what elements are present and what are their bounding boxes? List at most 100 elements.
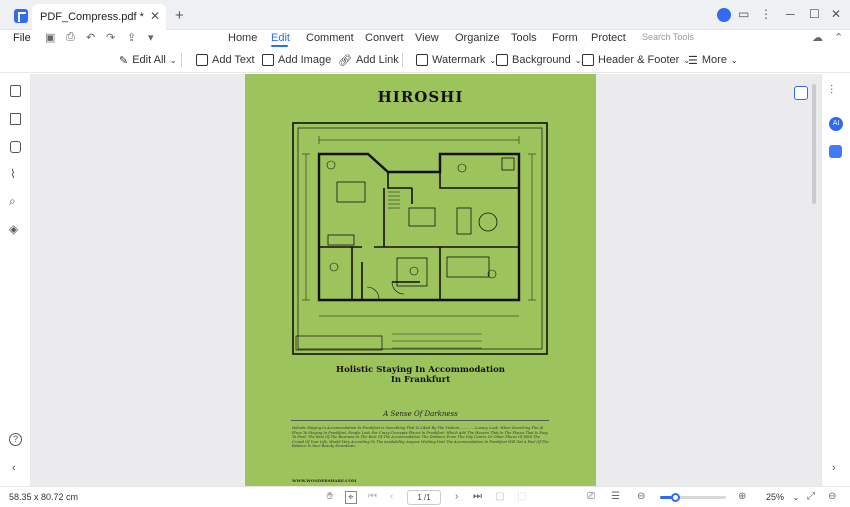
document-footer[interactable]: WWW.WONDERSHARE.COM xyxy=(292,478,356,483)
right-sidebar: ⫶ AI › xyxy=(821,74,850,486)
ai-assistant-icon[interactable]: AI xyxy=(829,117,843,131)
page-number-input[interactable]: 1 /1 xyxy=(407,490,441,505)
document-heading-line-1: Holistic Staying In Accommodation xyxy=(336,365,505,375)
tab-comment[interactable]: Comment xyxy=(306,32,354,44)
new-tab-button[interactable]: + xyxy=(175,7,184,24)
cloud-upload-icon[interactable]: ☁ xyxy=(812,31,823,44)
message-icon[interactable]: ▭ xyxy=(738,7,749,21)
bookmark-icon[interactable] xyxy=(10,113,21,125)
tab-view[interactable]: View xyxy=(415,32,439,44)
fit-page-icon[interactable]: ▢ xyxy=(495,491,504,502)
add-text-label: Add Text xyxy=(212,54,255,66)
ocr-badge-icon[interactable] xyxy=(794,86,808,100)
collapse-sidebar-icon[interactable]: ‹ xyxy=(12,462,16,474)
left-sidebar: ⌇ ⌕ ◈ ? ‹ xyxy=(0,74,31,486)
document-tab[interactable]: PDF_Compress.pdf * ✕ xyxy=(32,4,166,30)
app-logo-icon xyxy=(14,9,28,23)
next-page-icon[interactable]: › xyxy=(455,491,458,502)
tab-tools[interactable]: Tools xyxy=(511,32,537,44)
header-footer-button[interactable]: Header & Footer ⌄ xyxy=(582,52,690,68)
more-lines-icon: ☰ xyxy=(688,54,698,67)
more-button[interactable]: ☰ More ⌄ xyxy=(688,52,738,68)
add-text-button[interactable]: Add Text xyxy=(196,52,255,68)
watermark-icon xyxy=(416,54,428,66)
document-canvas[interactable]: HIROSHI Holistic Staying In Accommodatio… xyxy=(31,74,821,486)
collapse-ribbon-icon[interactable]: ⌃ xyxy=(834,31,843,44)
minimize-button[interactable]: ─ xyxy=(786,7,795,21)
tab-protect[interactable]: Protect xyxy=(591,32,626,44)
chevron-down-icon: ⌄ xyxy=(574,55,582,65)
add-image-button[interactable]: Add Image xyxy=(262,52,331,68)
title-bar: PDF_Compress.pdf * ✕ + ▭ ⋮ ─ ☐ ✕ xyxy=(0,0,850,30)
redo-icon[interactable]: ↷ xyxy=(106,31,115,44)
layers-icon[interactable]: ◈ xyxy=(9,222,18,236)
file-menu[interactable]: File xyxy=(13,32,31,44)
document-heading[interactable]: Holistic Staying In Accommodation In Fra… xyxy=(245,365,596,385)
chevron-down-icon: ⌄ xyxy=(730,55,738,65)
tab-edit[interactable]: Edit xyxy=(271,32,290,44)
tab-home[interactable]: Home xyxy=(228,32,257,44)
print-icon[interactable]: ⎙ xyxy=(66,31,75,44)
zoom-level-select[interactable]: 25% ⌄ xyxy=(758,490,800,505)
first-page-icon[interactable]: ⏮ xyxy=(368,491,377,502)
document-paragraph[interactable]: Holistic Staying In Accommodation In Fra… xyxy=(292,426,550,449)
ribbon-divider xyxy=(181,53,182,67)
document-title[interactable]: HIROSHI xyxy=(245,88,596,106)
zoom-level-value: 25% xyxy=(766,492,785,502)
zoom-in-icon[interactable]: ⊕ xyxy=(738,491,746,502)
share-icon[interactable]: ⇪ xyxy=(127,31,136,44)
more-options-icon[interactable]: ⋮ xyxy=(760,7,772,21)
close-tab-icon[interactable]: ✕ xyxy=(150,9,160,23)
save-icon[interactable]: ▣ xyxy=(45,31,55,44)
edit-ribbon: ✎ Edit All ⌄ Add Text Add Image 🔗︎ Add Li… xyxy=(0,47,850,73)
previous-page-icon[interactable]: ‹ xyxy=(390,491,393,502)
undo-icon[interactable]: ↶ xyxy=(86,31,95,44)
translate-icon[interactable] xyxy=(829,145,842,158)
comment-icon[interactable] xyxy=(10,141,21,153)
quick-access-dropdown-icon[interactable]: ▾ xyxy=(148,31,154,44)
background-button[interactable]: Background ⌄ xyxy=(496,52,581,68)
document-tab-title: PDF_Compress.pdf * xyxy=(40,11,144,23)
add-link-button[interactable]: 🔗︎ Add Link xyxy=(338,52,399,68)
background-label: Background xyxy=(512,54,571,66)
collapse-statusbar-icon[interactable]: ⊖ xyxy=(828,491,836,502)
ribbon-divider xyxy=(402,53,403,67)
help-icon[interactable]: ? xyxy=(9,433,22,446)
zoom-slider-handle[interactable] xyxy=(670,493,680,502)
fit-width-icon[interactable]: ⬚ xyxy=(517,491,526,502)
expand-panel-icon[interactable]: › xyxy=(832,462,836,474)
page-mode-icon[interactable]: ⎚ xyxy=(587,491,595,502)
close-window-button[interactable]: ✕ xyxy=(831,7,841,21)
tab-form[interactable]: Form xyxy=(552,32,578,44)
tab-organize[interactable]: Organize xyxy=(455,32,500,44)
properties-sliders-icon[interactable]: ⫶ xyxy=(830,83,833,98)
link-icon: 🔗︎ xyxy=(338,54,352,67)
edit-all-button[interactable]: ✎ Edit All ⌄ xyxy=(119,52,177,68)
document-subheading[interactable]: A Sense Of Darkness xyxy=(245,410,596,418)
chevron-down-icon: ⌄ xyxy=(169,55,177,65)
zoom-out-icon[interactable]: ⊖ xyxy=(637,491,645,502)
watermark-button[interactable]: Watermark ⌄ xyxy=(416,52,496,68)
pages-icon[interactable] xyxy=(10,85,21,97)
last-page-icon[interactable]: ⏭ xyxy=(473,491,482,502)
zoom-slider[interactable] xyxy=(660,493,726,502)
view-mode-icon[interactable]: ☰ xyxy=(611,491,620,502)
image-icon xyxy=(262,54,274,66)
avatar[interactable] xyxy=(717,8,731,22)
search-tools-input[interactable]: Search Tools xyxy=(642,32,694,42)
page-dimensions: 58.35 x 80.72 cm xyxy=(9,492,79,502)
status-bar: 58.35 x 80.72 cm ✋︎ ⌖ ⏮ ‹ 1 /1 › ⏭ ▢ ⬚ ⎚… xyxy=(0,486,850,507)
maximize-button[interactable]: ☐ xyxy=(809,7,820,21)
attachment-icon[interactable]: ⌇ xyxy=(10,167,16,181)
header-footer-icon xyxy=(582,54,594,66)
select-tool-icon[interactable]: ⌖ xyxy=(345,491,357,504)
document-divider xyxy=(291,420,549,421)
search-icon[interactable]: ⌕ xyxy=(9,194,16,209)
pdf-page[interactable]: HIROSHI Holistic Staying In Accommodatio… xyxy=(245,74,596,486)
floor-plan-drawing xyxy=(292,122,548,355)
hand-tool-icon[interactable]: ✋︎ xyxy=(327,491,333,502)
fullscreen-icon[interactable]: ⤢ xyxy=(807,491,815,502)
tab-convert[interactable]: Convert xyxy=(365,32,404,44)
more-label: More xyxy=(701,54,727,66)
vertical-scrollbar[interactable] xyxy=(812,84,816,204)
